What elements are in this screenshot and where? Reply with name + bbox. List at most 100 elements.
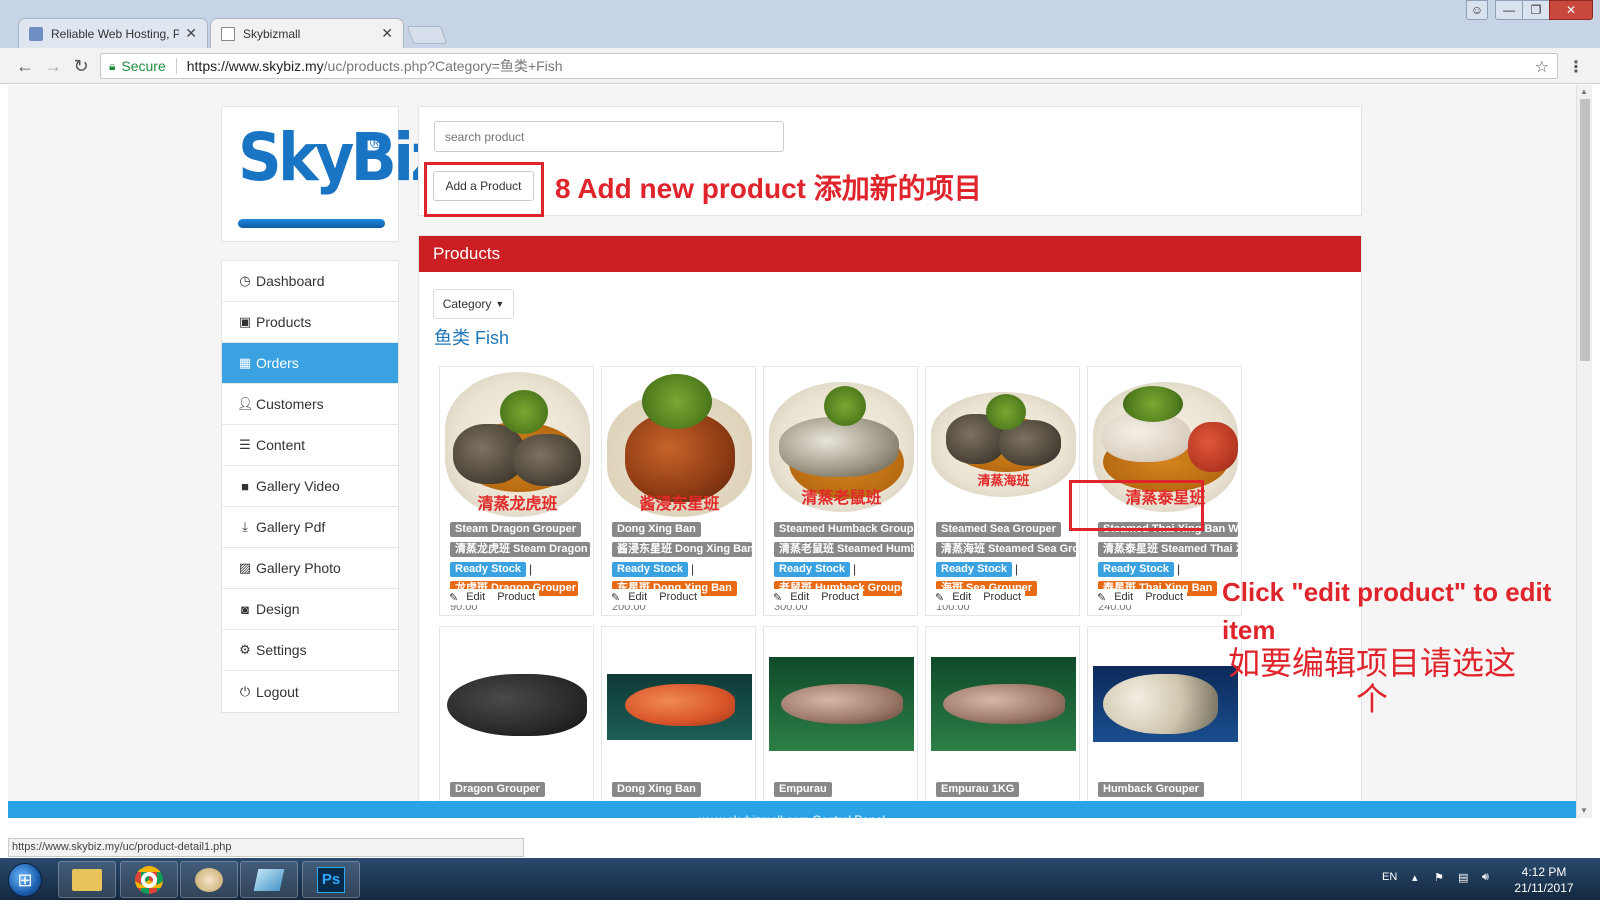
product-name-label: Dong Xing Ban xyxy=(612,782,701,797)
separator: | xyxy=(1177,562,1181,576)
sidebar-item-label: Orders xyxy=(256,355,299,371)
sidebar-item-label: Settings xyxy=(256,642,307,658)
product-photo[interactable] xyxy=(445,632,590,777)
system-clock[interactable]: 4:12 PM 21/11/2017 xyxy=(1505,864,1583,896)
edit-product-button[interactable]: ✎ Edit Product xyxy=(1093,589,1188,605)
product-photo[interactable]: 清蒸海班 xyxy=(931,372,1076,517)
edit-word: Edit xyxy=(466,591,486,603)
new-tab-button[interactable] xyxy=(406,26,448,44)
products-panel-title: Products xyxy=(419,236,1361,272)
tab-close-icon[interactable]: ✕ xyxy=(185,25,197,42)
sidebar-item-gallery-video[interactable]: ■ Gallery Video xyxy=(222,466,398,507)
product-word: Product xyxy=(497,591,536,603)
sidebar-item-customers[interactable]: 👤︎ Customers xyxy=(222,384,398,425)
product-photo[interactable]: 酱浸东星班 xyxy=(607,372,752,517)
product-card: 清蒸老鼠班 Steamed Humback Grouper 清蒸老鼠班 Stea… xyxy=(763,366,918,616)
product-photo[interactable]: 清蒸老鼠班 xyxy=(769,372,914,517)
windows-start-icon[interactable]: ⊞ xyxy=(8,863,42,897)
product-card: 清蒸龙虎班 Steam Dragon Grouper 清蒸龙虎班 Steam D… xyxy=(439,366,594,616)
clock-time: 4:12 PM xyxy=(1521,865,1567,879)
product-card: Empurau 1KG xyxy=(925,626,1080,818)
product-photo[interactable] xyxy=(931,632,1076,777)
sidebar-item-settings[interactable]: ⚙ Settings xyxy=(222,630,398,671)
profile-icon[interactable]: ☺ xyxy=(1466,0,1488,20)
stock-badge: Ready Stock xyxy=(774,562,851,577)
sidebar-item-design[interactable]: ◙ Design xyxy=(222,589,398,630)
photo-caption: 酱浸东星班 xyxy=(639,496,720,513)
user-icon: 👤︎ xyxy=(237,396,254,411)
vertical-scrollbar[interactable]: ▲ ▼ xyxy=(1576,85,1592,818)
sidebar-item-gallery-pdf[interactable]: ⤓ Gallery Pdf xyxy=(222,507,398,548)
product-photo[interactable] xyxy=(769,632,914,777)
browser-menu-icon[interactable]: ⋮ xyxy=(1568,57,1584,77)
search-input[interactable] xyxy=(434,121,784,152)
close-window-button[interactable]: ✕ xyxy=(1549,0,1593,20)
link-status-bubble: https://www.skybiz.my/uc/product-detail1… xyxy=(8,838,524,857)
photo-caption: 清蒸海班 xyxy=(977,473,1030,488)
sidebar-item-content[interactable]: ☰ Content xyxy=(222,425,398,466)
language-indicator[interactable]: EN xyxy=(1382,871,1397,883)
gear-icon: ⚙ xyxy=(239,642,251,657)
edit-product-button[interactable]: ✎ Edit Product xyxy=(445,589,540,605)
tab-reliable-web-hosting[interactable]: Reliable Web Hosting, Pr ✕ xyxy=(18,18,208,48)
scrollbar-thumb[interactable] xyxy=(1580,99,1590,361)
add-highlight-box xyxy=(424,162,544,217)
product-photo[interactable] xyxy=(607,632,752,777)
minimize-button[interactable]: — xyxy=(1495,0,1523,20)
sidebar-item-gallery-photo[interactable]: ▨ Gallery Photo xyxy=(222,548,398,589)
sidebar-item-label: Content xyxy=(256,437,306,453)
sidebar-item-products[interactable]: ▣ Products xyxy=(222,302,398,343)
control-panel-footer: www.skybizmall.com Control Panel xyxy=(8,801,1576,818)
forward-arrow-icon[interactable]: → xyxy=(42,55,64,77)
pencil-icon: ✎ xyxy=(935,591,945,604)
sidebar-item-orders[interactable]: ▦ Orders xyxy=(222,343,398,384)
volume-icon[interactable]: 🔊︎ xyxy=(1482,871,1489,884)
back-arrow-icon[interactable]: ← xyxy=(14,55,36,77)
video-camera-icon: ■ xyxy=(241,478,249,494)
separator: | xyxy=(529,562,533,576)
pencil-icon: ✎ xyxy=(1097,591,1107,604)
file-explorer-taskbar-icon[interactable] xyxy=(58,861,116,898)
sidebar-item-label: Products xyxy=(256,314,312,330)
category-dropdown[interactable]: Category ▼ xyxy=(433,289,514,319)
separator: | xyxy=(691,562,695,576)
url-host: https://www.skybiz.my xyxy=(186,58,324,74)
product-photo[interactable]: 清蒸龙虎班 xyxy=(445,372,590,517)
reload-icon[interactable]: ↻ xyxy=(70,55,92,77)
notepad-taskbar-icon[interactable] xyxy=(240,861,298,898)
lock-icon: 🔒︎ xyxy=(109,58,116,73)
bookmark-star-icon[interactable]: ☆ xyxy=(1535,57,1549,77)
dashboard-icon: ◷ xyxy=(239,273,251,288)
edit-word: Edit xyxy=(1114,591,1134,603)
product-word: Product xyxy=(983,591,1022,603)
edit-product-button[interactable]: ✎ Edit Product xyxy=(931,589,1026,605)
photoshop-taskbar-icon[interactable]: Ps xyxy=(302,861,360,898)
maximize-button[interactable]: ❐ xyxy=(1522,0,1550,20)
sidebar-item-logout[interactable]: ⏻ Logout xyxy=(222,671,398,712)
clock-date: 21/11/2017 xyxy=(1514,881,1574,895)
scroll-down-icon[interactable]: ▼ xyxy=(1580,806,1588,815)
briefcase-icon: ▣ xyxy=(238,314,252,329)
product-name-label: Dragon Grouper xyxy=(450,782,545,797)
tray-expand-icon[interactable]: ▴ xyxy=(1412,871,1418,884)
edit-product-button[interactable]: ✎ Edit Product xyxy=(607,589,702,605)
url-bar[interactable]: 🔒︎ Secure https://www.skybiz.my/uc/produ… xyxy=(100,53,1558,79)
scroll-up-icon[interactable]: ▲ xyxy=(1580,87,1588,96)
stock-badge: Ready Stock xyxy=(1098,562,1175,577)
tab-close-icon[interactable]: ✕ xyxy=(381,25,393,42)
action-center-flag-icon[interactable]: ⚑ xyxy=(1434,871,1444,884)
network-icon[interactable]: ▤ xyxy=(1458,871,1468,884)
paint-taskbar-icon[interactable] xyxy=(180,861,238,898)
logo-swoosh xyxy=(238,219,385,228)
edit-product-button[interactable]: ✎ Edit Product xyxy=(769,589,864,605)
url-path: /uc/products.php?Category=鱼类+Fish xyxy=(323,58,563,74)
camera-icon: ◙ xyxy=(241,601,249,617)
tab-skybizmall[interactable]: Skybizmall ✕ xyxy=(210,18,404,48)
product-name-label: Steamed Humback Grouper xyxy=(774,522,914,537)
page-viewport: SkyBiz ® ◷ Dashboard ▣ Products ▦ Orders 👤︎… xyxy=(8,85,1576,818)
chrome-taskbar-icon[interactable] xyxy=(120,861,178,898)
product-photo[interactable] xyxy=(1093,632,1238,777)
product-name-label: Empurau 1KG xyxy=(936,782,1020,797)
sidebar-item-dashboard[interactable]: ◷ Dashboard xyxy=(222,261,398,302)
sidebar-item-label: Gallery Pdf xyxy=(256,519,326,535)
